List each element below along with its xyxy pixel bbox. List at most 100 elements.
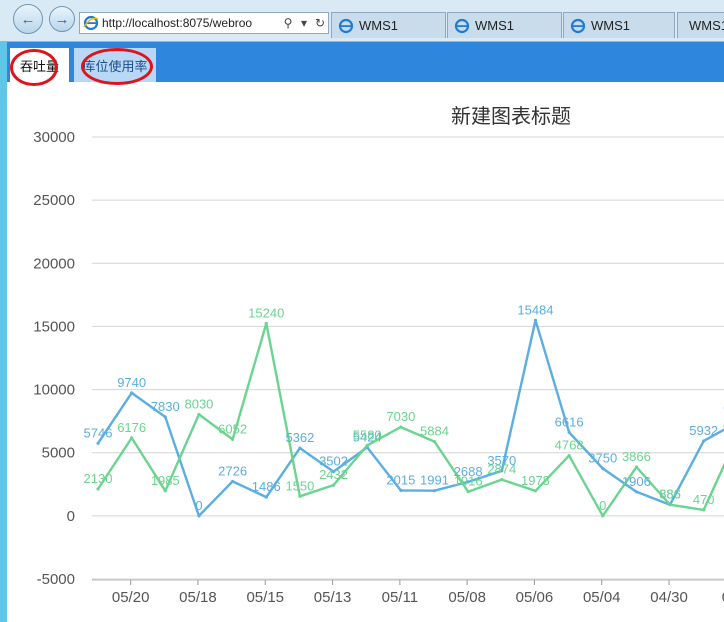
data-label: 6616 [555,414,584,429]
y-tick-label: 25000 [33,192,75,209]
ie-icon [454,18,470,33]
browser-tab-label: WMS1 [689,18,724,33]
data-label: 1486 [252,479,281,494]
browser-tab-2[interactable]: WMS1 [447,12,562,38]
data-label: 6176 [117,420,146,435]
arrow-right-icon: → [54,10,70,28]
data-point [264,321,268,325]
x-axis-ticks: 05/20 05/18 05/15 05/13 05/11 05/08 05/06 05/04… [112,580,724,606]
y-tick-label: 30000 [33,129,75,146]
ie-icon [338,18,354,33]
dropdown-icon[interactable]: ▾ [296,16,312,30]
data-label: 2874 [487,462,516,477]
data-point [702,508,706,512]
data-point [264,495,268,499]
refresh-icon[interactable]: ↻ [312,16,328,30]
data-label: 5746 [84,425,113,440]
data-label: 2015 [386,472,415,487]
x-tick-label: 05/06 [516,589,554,606]
search-icon[interactable]: ⚲ [280,16,296,30]
data-label: 15240 [248,305,284,320]
data-point [533,318,538,322]
data-label: 1916 [454,474,483,489]
chart-title: 新建图表标题 [451,105,571,128]
chart-grid [92,136,724,581]
data-label: 2130 [84,471,113,486]
y-tick-label: 10000 [33,382,75,399]
ie-icon [570,18,586,33]
data-point [601,466,605,471]
data-point [298,446,302,450]
browser-tab-label: WMS1 [475,18,514,33]
data-point [197,514,201,518]
data-label: 1978 [521,473,550,488]
data-point [130,391,134,395]
data-label: 0 [599,498,606,513]
y-tick-label: 15000 [33,318,75,335]
data-point [533,489,538,493]
data-point [634,490,639,494]
arrow-left-icon: ← [20,10,36,28]
ie-icon [83,15,99,31]
data-point [96,441,100,445]
browser-tab-label: WMS1 [359,18,398,33]
address-url[interactable]: http://localhost:8075/webroo [102,16,280,30]
data-label: 5884 [420,424,449,439]
browser-toolbar: ← → http://localhost:8075/webroo ⚲ ▾ ↻ W… [0,0,724,42]
data-point [567,454,571,458]
back-button[interactable]: ← [13,4,43,34]
data-point [163,415,167,419]
data-label: 6052 [218,421,247,436]
data-label: 7830 [151,399,180,414]
x-tick-label: 05/20 [112,589,150,606]
browser-tab-3[interactable]: WMS1 [563,12,675,38]
data-point [668,503,672,507]
x-tick-label: 04/30 [650,589,688,606]
data-point [197,412,201,417]
data-point [231,479,235,484]
data-point [163,489,167,493]
data-label: 9740 [117,375,146,390]
data-label: 5362 [285,430,314,445]
data-label: 1985 [151,473,180,488]
data-label: 4768 [555,438,584,453]
data-label: 15484 [517,302,553,317]
data-label: 886 [659,487,681,502]
data-point [702,439,706,443]
y-tick-label: 5000 [42,445,75,462]
data-label: 1550 [285,478,314,493]
report-page: 吞吐量 库位使用率 -5000 0 5000 10000 15000 20000 25000… [7,42,724,622]
data-point [601,514,605,518]
data-label: 5932 [689,423,718,438]
data-point [399,488,403,493]
data-point [331,483,336,487]
data-point [399,425,403,429]
data-point [634,465,639,469]
x-tick-label: 05/04 [583,589,621,606]
data-label: 0 [195,498,202,513]
address-bar[interactable]: http://localhost:8075/webroo ⚲ ▾ ↻ [79,12,329,34]
y-tick-label: 20000 [33,255,75,272]
browser-tab-label: WMS1 [591,18,630,33]
data-label: 7030 [386,409,415,424]
data-point [500,477,504,482]
y-tick-label: 0 [67,508,75,525]
data-point [231,437,235,442]
x-tick-label: 05/15 [246,589,284,606]
data-point [298,494,302,498]
y-tick-label: -5000 [37,571,75,588]
x-tick-label: 05/11 [382,589,418,606]
forward-button[interactable]: → [49,6,75,32]
x-tick-label: 05/13 [314,589,352,606]
throughput-chart: -5000 0 5000 10000 15000 20000 25000 30000 05/2… [33,105,724,606]
data-point [567,430,571,434]
data-label: 470 [693,492,715,507]
browser-tab-1[interactable]: WMS1 [331,12,446,38]
data-label: 3750 [588,451,617,466]
browser-tab-4[interactable]: WMS1 [677,12,724,38]
x-tick-label: 05/08 [448,589,486,606]
data-label: 2432 [319,467,348,482]
y-axis-ticks: -5000 0 5000 10000 15000 20000 25000 30000 [33,129,75,588]
chart-data-labels: 5746974078300272614865362350254242015 199… [84,302,724,513]
data-label: 3866 [622,449,651,464]
